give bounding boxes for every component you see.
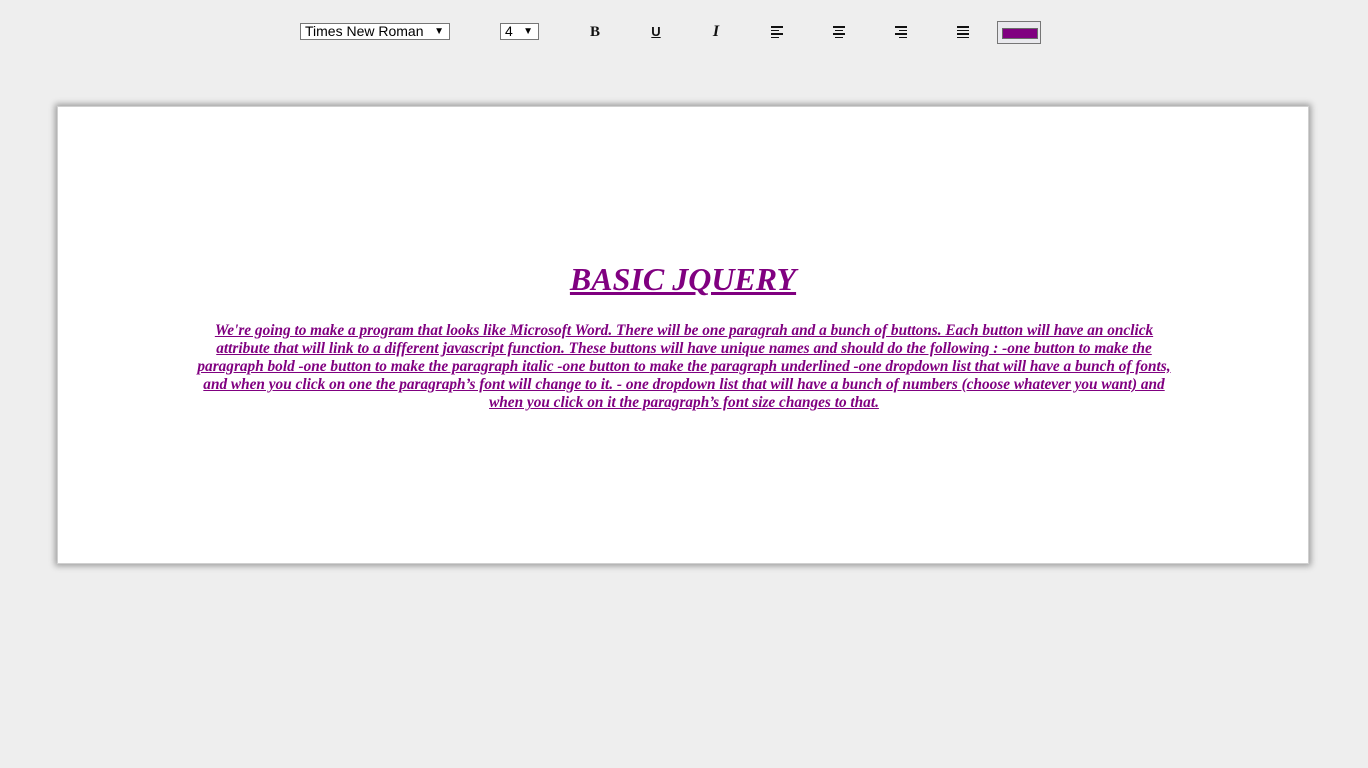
align-left-icon[interactable] <box>771 26 783 38</box>
align-justify-icon[interactable] <box>957 26 969 38</box>
formatting-toolbar: Times New Roman ▼ 4 ▼ B U I <box>0 0 1368 64</box>
caret-down-icon: ▼ <box>523 26 533 37</box>
font-family-value: Times New Roman <box>305 23 424 39</box>
font-family-select[interactable]: Times New Roman ▼ <box>300 23 450 40</box>
italic-button[interactable]: I <box>705 22 727 42</box>
bold-button[interactable]: B <box>584 22 606 42</box>
underline-button[interactable]: U <box>645 22 667 42</box>
document-paragraph: We're going to make a program that looks… <box>197 322 1171 411</box>
align-right-icon[interactable] <box>895 26 907 38</box>
font-size-value: 4 <box>505 23 513 39</box>
document-title: BASIC JQUERY <box>569 261 797 297</box>
document-page[interactable]: BASIC JQUERY We're going to make a progr… <box>57 106 1309 564</box>
color-swatch <box>1002 28 1038 39</box>
text-color-picker[interactable] <box>997 21 1041 44</box>
caret-down-icon: ▼ <box>434 26 444 37</box>
font-size-select[interactable]: 4 ▼ <box>500 23 539 40</box>
align-center-icon[interactable] <box>833 26 845 38</box>
